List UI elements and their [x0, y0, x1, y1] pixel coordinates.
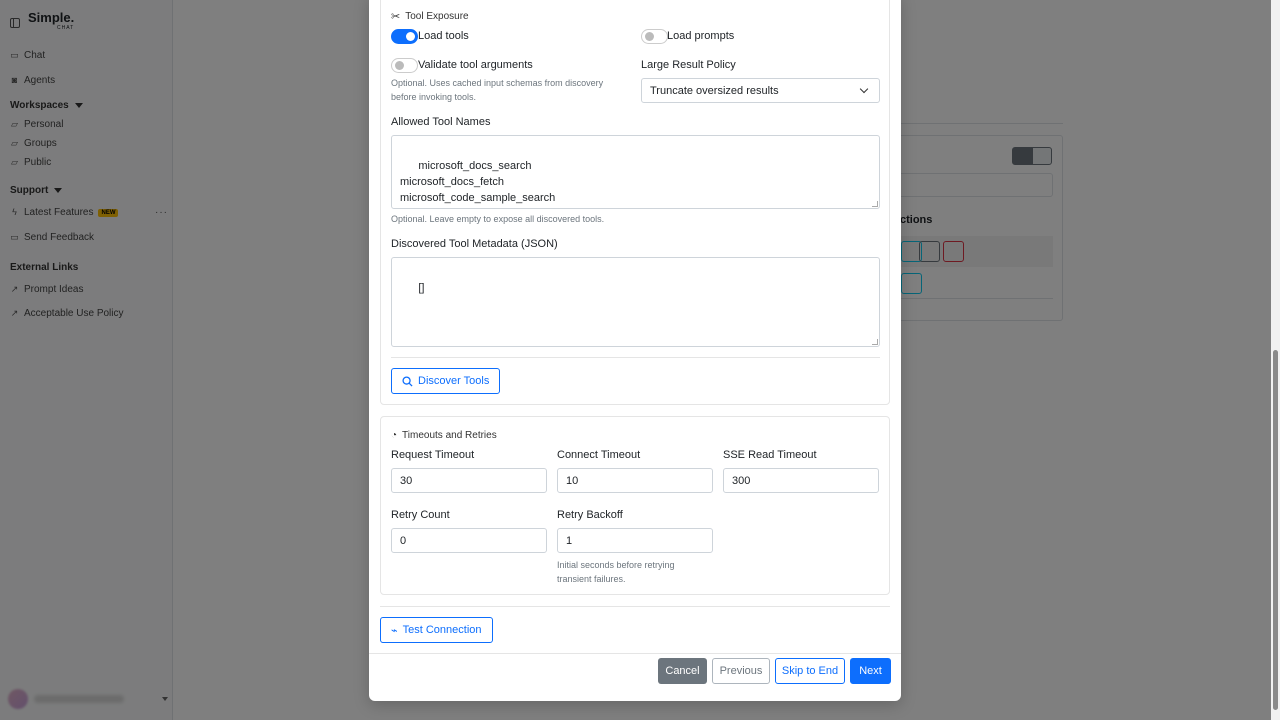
timeouts-title: ◔ Timeouts and Retries: [391, 430, 497, 441]
divider: [391, 357, 880, 358]
large-result-label: Large Result Policy: [641, 59, 736, 71]
request-timeout-label: Request Timeout: [391, 449, 475, 461]
connect-timeout-label: Connect Timeout: [557, 449, 641, 461]
timeouts-card: ◔ Timeouts and Retries Request Timeout 3…: [380, 416, 890, 595]
speedometer-icon: ◔: [391, 430, 398, 441]
next-button[interactable]: Next: [850, 658, 891, 684]
resize-handle-icon[interactable]: [872, 339, 878, 345]
retry-backoff-help: Initial seconds before retrying transien…: [557, 560, 675, 584]
allowed-tools-help: Optional. Leave empty to expose all disc…: [391, 214, 605, 224]
large-result-select[interactable]: Truncate oversized results: [641, 78, 880, 103]
metadata-label: Discovered Tool Metadata (JSON): [391, 238, 558, 250]
cancel-button[interactable]: Cancel: [658, 658, 707, 684]
resize-handle-icon[interactable]: [872, 201, 878, 207]
previous-button[interactable]: Previous: [712, 658, 770, 684]
page-scrollbar[interactable]: [1271, 0, 1280, 720]
discover-tools-button[interactable]: Discover Tools: [391, 368, 501, 394]
tool-exposure-title: ✂ Tool Exposure: [391, 11, 469, 23]
connect-timeout-input[interactable]: 10: [557, 468, 713, 493]
metadata-textarea[interactable]: []: [391, 257, 880, 347]
plug-icon: ⌁: [391, 624, 398, 637]
retry-count-input[interactable]: 0: [391, 528, 547, 553]
tool-exposure-card: ✂ Tool Exposure Load tools Load prompts …: [380, 0, 890, 405]
skip-to-end-button[interactable]: Skip to End: [775, 658, 845, 684]
footer-divider: [369, 653, 901, 654]
retry-count-label: Retry Count: [391, 509, 450, 521]
validate-args-switch[interactable]: [391, 58, 418, 73]
retry-backoff-label: Retry Backoff: [557, 509, 623, 521]
test-connection-button[interactable]: ⌁ Test Connection: [380, 617, 493, 643]
sse-timeout-input[interactable]: 300: [723, 468, 879, 493]
tools-icon: ✂: [391, 11, 401, 23]
search-icon: [402, 375, 413, 387]
validate-args-help: Optional. Uses cached input schemas from…: [391, 78, 604, 102]
validate-args-label: Validate tool arguments: [418, 59, 533, 71]
load-prompts-label: Load prompts: [667, 30, 735, 42]
mcp-wizard-modal: ✂ Tool Exposure Load tools Load prompts …: [369, 0, 901, 701]
scrollbar-thumb[interactable]: [1273, 350, 1278, 710]
chevron-down-icon: [859, 84, 869, 94]
load-prompts-switch[interactable]: [641, 29, 668, 44]
divider: [380, 606, 890, 607]
load-tools-label: Load tools: [418, 30, 469, 42]
retry-backoff-input[interactable]: 1: [557, 528, 713, 553]
request-timeout-input[interactable]: 30: [391, 468, 547, 493]
allowed-tools-label: Allowed Tool Names: [391, 116, 491, 128]
allowed-tools-textarea[interactable]: microsoft_docs_search microsoft_docs_fet…: [391, 135, 880, 209]
sse-timeout-label: SSE Read Timeout: [723, 449, 817, 461]
load-tools-switch[interactable]: [391, 29, 418, 44]
